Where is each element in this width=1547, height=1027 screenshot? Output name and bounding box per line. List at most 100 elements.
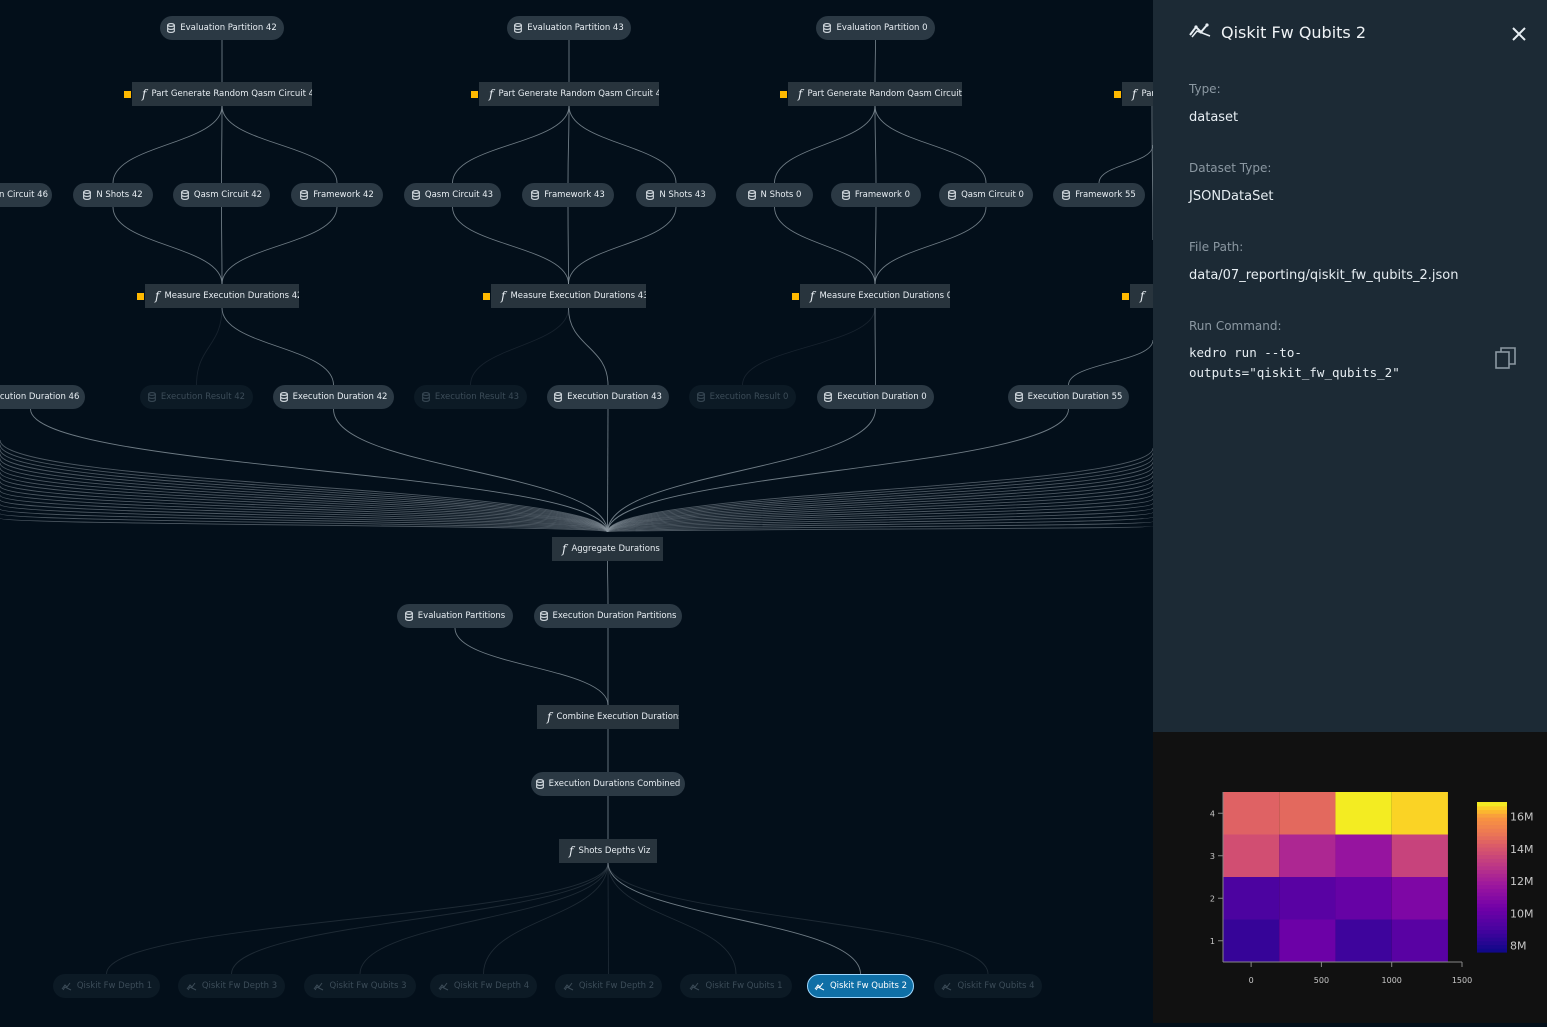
heatmap-cell <box>1279 792 1336 835</box>
dataset-node[interactable]: Framework 43 <box>522 183 614 207</box>
dataset-node[interactable]: Qiskit Fw Depth 3 <box>178 974 285 998</box>
plot-icon <box>1189 22 1211 42</box>
task-node[interactable]: f Aggregate Durations <box>552 537 663 561</box>
dataset-node[interactable]: Execution Duration 42 <box>273 385 394 409</box>
dataset-node[interactable]: Execution Result 42 <box>140 385 253 409</box>
task-node[interactable]: f Part Generate Random Qasm Circuit 43 <box>479 82 659 106</box>
dataset-node[interactable]: Evaluation Partition 43 <box>507 16 631 40</box>
dataset-node[interactable]: Qasm Circuit 43 <box>404 183 501 207</box>
dataset-node[interactable]: N Shots 0 <box>736 183 813 207</box>
colorbar-segment <box>1477 948 1507 953</box>
parameter-indicator <box>124 91 131 98</box>
heatmap-cell <box>1391 834 1448 877</box>
database-icon <box>823 23 832 33</box>
task-node[interactable]: f <box>1130 284 1153 308</box>
database-icon <box>531 190 540 200</box>
dataset-node[interactable]: Execution Duration Partitions <box>534 604 682 628</box>
database-icon <box>539 611 548 621</box>
node-label: n Circuit 46 <box>0 190 48 200</box>
database-icon <box>646 190 655 200</box>
database-icon <box>404 611 413 621</box>
task-node[interactable]: f Measure Execution Durations 43 <box>491 284 646 308</box>
dataset-node[interactable]: ecution Duration 46 <box>0 385 85 409</box>
node-label: Qasm Circuit 0 <box>961 190 1024 200</box>
heatmap-cell <box>1335 834 1392 877</box>
heatmap-cell <box>1223 792 1280 835</box>
dataset-node[interactable]: Execution Duration 55 <box>1008 385 1129 409</box>
database-icon <box>422 392 430 402</box>
edge <box>452 206 569 285</box>
task-node[interactable]: f Shots Depths Viz <box>559 839 657 863</box>
colorbar-segment <box>1477 884 1507 889</box>
dataset-node[interactable]: Qiskit Fw Depth 4 <box>430 974 537 998</box>
edge <box>607 862 861 975</box>
copy-icon[interactable] <box>1495 346 1517 374</box>
y-tick-label: 1 <box>1210 937 1215 946</box>
node-label: Qiskit Fw Depth 3 <box>201 981 278 991</box>
database-icon <box>148 392 156 402</box>
database-icon <box>842 190 850 200</box>
function-icon: f <box>142 87 147 101</box>
node-label: Qiskit Fw Depth 1 <box>76 981 153 991</box>
dataset-node[interactable]: Qasm Circuit 0 <box>939 183 1033 207</box>
parameter-indicator <box>780 91 787 98</box>
dataset-node[interactable]: Evaluation Partition 42 <box>160 16 284 40</box>
colorbar-segment <box>1477 865 1507 871</box>
colorbar-segment <box>1477 847 1507 852</box>
dataset-node[interactable]: n Circuit 46 <box>0 183 52 207</box>
task-node[interactable]: f Measure Execution Durations 42 <box>145 284 299 308</box>
task-node[interactable]: f Par <box>1122 82 1153 106</box>
colorbar-segment <box>1477 828 1507 833</box>
colorbar-segment <box>1477 820 1507 826</box>
colorbar-segment <box>1477 929 1507 934</box>
function-icon: f <box>798 87 803 101</box>
database-icon <box>300 190 309 200</box>
dataset-node[interactable]: Execution Duration 0 <box>817 385 934 409</box>
dataset-node[interactable]: N Shots 42 <box>73 183 153 207</box>
dataset-node[interactable]: Qiskit Fw Depth 2 <box>555 974 662 998</box>
database-icon <box>167 23 176 33</box>
dataset-node[interactable]: Execution Result 0 <box>689 385 796 409</box>
dataset-node[interactable]: Framework 42 <box>291 183 383 207</box>
dataset-node[interactable]: Qiskit Fw Qubits 2 <box>807 974 914 998</box>
dataset-node[interactable]: Qiskit Fw Qubits 1 <box>680 974 792 998</box>
node-label: Qiskit Fw Qubits 3 <box>329 981 407 991</box>
pipeline-graph[interactable]: Evaluation Partition 42 Evaluation Partit… <box>0 0 1153 1023</box>
task-node[interactable]: f Part Generate Random Qasm Circuit 0 <box>788 82 962 106</box>
dataset-node[interactable]: Framework 0 <box>831 183 921 207</box>
database-icon <box>824 392 833 402</box>
function-icon: f <box>489 87 494 101</box>
dataset-node[interactable]: Execution Duration 43 <box>547 385 669 409</box>
dataset-node[interactable]: Qiskit Fw Qubits 4 <box>934 974 1042 998</box>
node-label: Part Generate Random Qasm Circuit 43 <box>498 89 659 99</box>
dataset-node[interactable]: Qasm Circuit 42 <box>173 183 270 207</box>
close-icon[interactable] <box>1511 26 1527 46</box>
dataset-node[interactable]: Qiskit Fw Qubits 3 <box>304 974 416 998</box>
dataset-node[interactable]: Evaluation Partitions <box>397 604 513 628</box>
task-node[interactable]: f Measure Execution Durations 0 <box>800 284 950 308</box>
node-label: Framework 43 <box>544 190 605 200</box>
dataset-node[interactable]: Qiskit Fw Depth 1 <box>53 974 160 998</box>
dataset-node[interactable]: Execution Durations Combined <box>531 772 685 796</box>
colorbar-segment <box>1477 888 1507 893</box>
dataset-node[interactable]: N Shots 43 <box>636 183 716 207</box>
colorbar-segment <box>1477 873 1507 878</box>
colorbar-segment <box>1477 802 1507 807</box>
dataset-node[interactable]: Evaluation Partition 0 <box>816 16 935 40</box>
heatmap-cell <box>1335 792 1392 835</box>
edge <box>874 206 877 285</box>
task-node[interactable]: f Part Generate Random Qasm Circuit 42 <box>132 82 312 106</box>
parameter-indicator <box>1122 293 1129 300</box>
node-label: Qiskit Fw Depth 4 <box>453 981 530 991</box>
plot-icon <box>438 982 449 991</box>
colorbar-segment <box>1477 910 1507 916</box>
node-label: Framework 0 <box>854 190 911 200</box>
dataset-node[interactable]: Execution Result 43 <box>414 385 527 409</box>
colorbar-segment <box>1477 944 1507 949</box>
task-node[interactable]: f Combine Execution Durations <box>537 705 679 729</box>
dataset-node[interactable]: Framework 55 <box>1053 183 1145 207</box>
node-label: Framework 42 <box>313 190 374 200</box>
node-label: Part Generate Random Qasm Circuit 0 <box>807 89 962 99</box>
node-label: Evaluation Partition 0 <box>836 23 928 33</box>
colorbar-segment <box>1477 933 1507 938</box>
